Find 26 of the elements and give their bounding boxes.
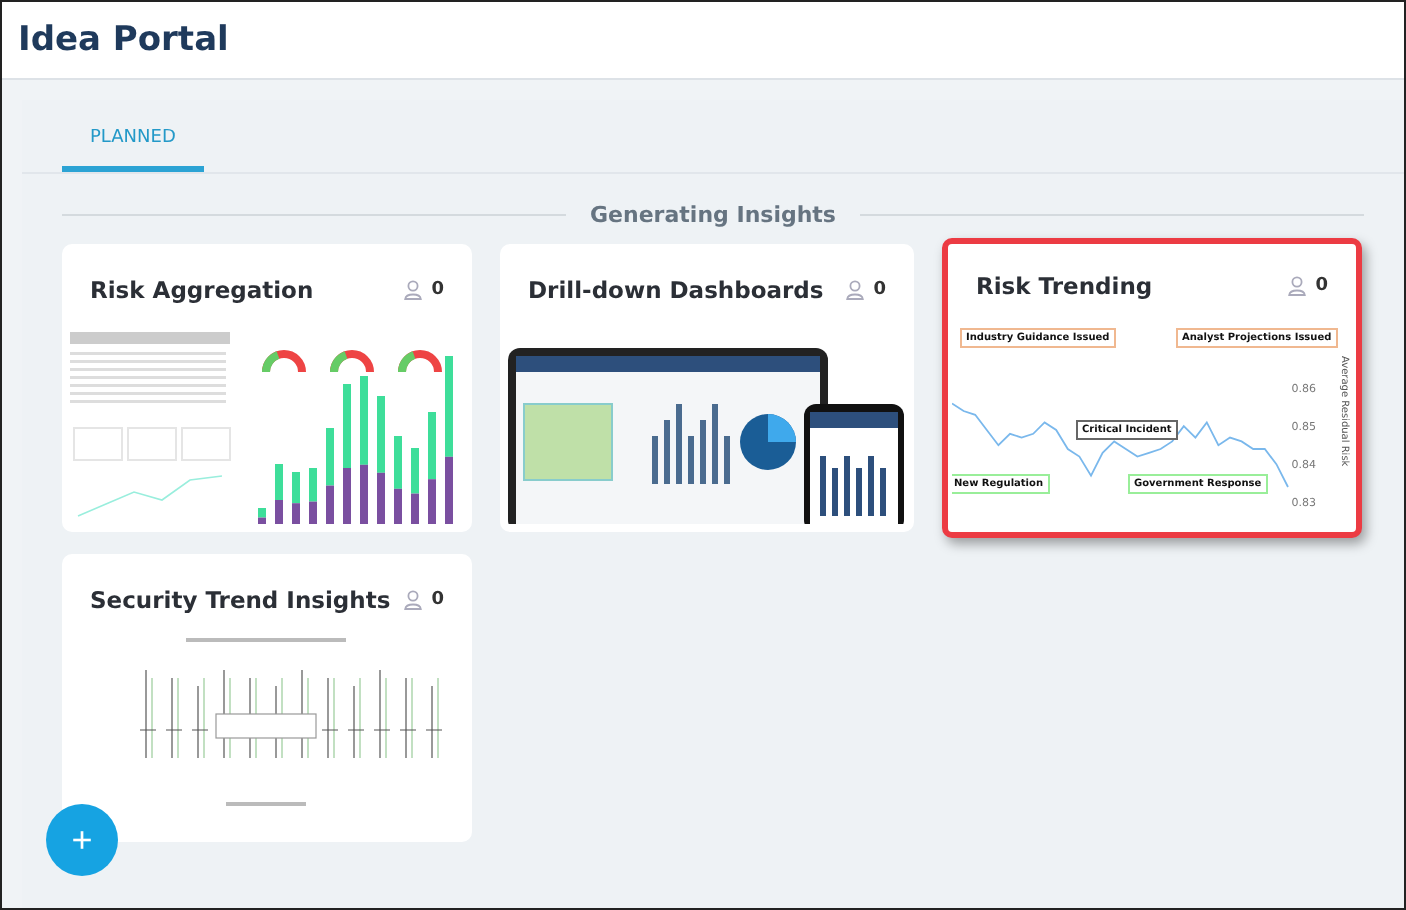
user-icon	[403, 280, 422, 300]
vote-count: 0	[1315, 276, 1328, 296]
box-whisker	[347, 677, 365, 759]
vote-count: 0	[873, 280, 886, 300]
card-title: Security Trend Insights	[90, 586, 391, 614]
box-whisker	[321, 677, 339, 759]
user-icon	[1287, 276, 1306, 296]
box-whisker	[373, 669, 391, 759]
box-whisker	[165, 677, 183, 759]
box-whisker	[191, 677, 209, 759]
box-whisker	[139, 669, 157, 759]
card-title: Risk Trending	[976, 272, 1153, 300]
vote-count: 0	[431, 590, 444, 610]
box-whisker	[399, 677, 417, 759]
portal-title: Idea Portal	[18, 20, 229, 60]
user-icon	[403, 590, 422, 610]
tooltip-box	[215, 713, 317, 739]
section-title: Generating Insights	[590, 202, 836, 228]
box-whisker	[425, 677, 443, 759]
user-icon	[845, 280, 864, 300]
vote-count: 0	[431, 280, 444, 300]
idea-card[interactable]: Risk Aggregation 0	[62, 244, 472, 532]
card-title: Drill-down Dashboards	[528, 276, 824, 304]
legend-line	[226, 802, 306, 806]
idea-card[interactable]: Drill-down Dashboards 0	[500, 244, 914, 532]
card-title: Risk Aggregation	[90, 276, 314, 304]
